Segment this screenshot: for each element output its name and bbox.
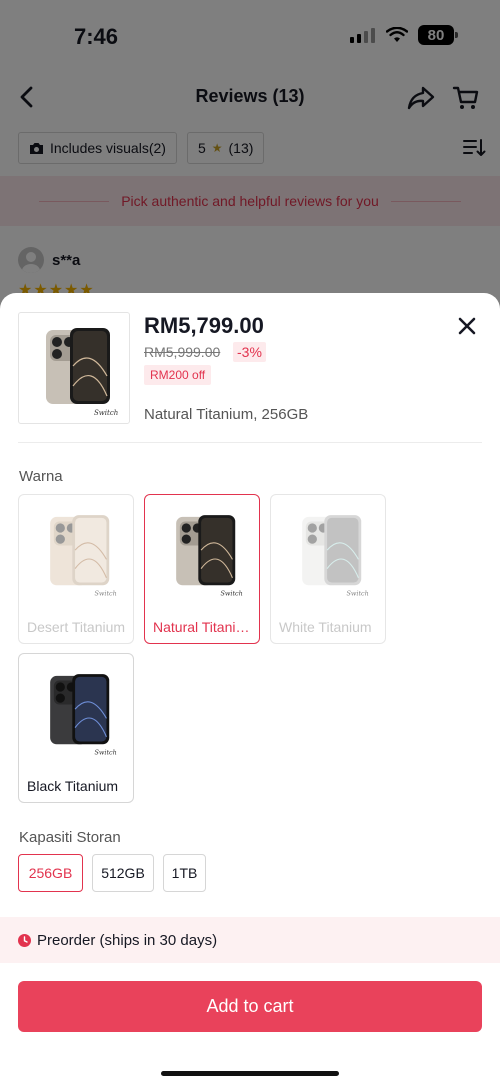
promo-badge: RM200 off [144, 365, 212, 385]
colour-option-black-titanium[interactable]: Switch Black Titanium [18, 653, 134, 803]
colour-option-label: Desert Titanium [27, 619, 126, 635]
colour-option-white-titanium[interactable]: Switch White Titanium [270, 494, 386, 644]
colour-section-label: Warna [19, 468, 63, 485]
svg-text:Switch: Switch [220, 589, 242, 597]
discount-badge: -3% [233, 342, 266, 362]
storage-option-256gb[interactable]: 256GB [18, 854, 83, 892]
product-thumbnail: Switch [18, 312, 130, 424]
divider [18, 442, 482, 443]
svg-text:Switch: Switch [94, 748, 116, 756]
selected-variant-summary: Natural Titanium, 256GB [144, 406, 309, 423]
home-indicator [161, 1071, 339, 1076]
phone-image: Switch [145, 495, 259, 609]
colour-option-natural-titanium[interactable]: Switch Natural Titanium [144, 494, 260, 644]
storage-section-label: Kapasiti Storan [19, 829, 121, 846]
preorder-text: Preorder (ships in 30 days) [37, 931, 218, 949]
svg-text:Switch: Switch [346, 589, 368, 597]
storage-option-512gb[interactable]: 512GB [92, 854, 154, 892]
original-price: RM5,999.00 [144, 344, 221, 360]
brand-mark: Switch [94, 409, 118, 417]
colour-option-label: White Titanium [279, 619, 372, 635]
phone-image: Switch [19, 654, 133, 768]
variant-selector-sheet: Switch RM5,799.00 RM5,999.00 -3% RM200 o… [0, 293, 500, 1086]
colour-option-label: Natural Titanium [153, 619, 253, 635]
preorder-notice: Preorder (ships in 30 days) [0, 917, 500, 963]
clock-icon [18, 933, 31, 947]
close-icon[interactable] [456, 315, 478, 337]
phone-image: Switch [19, 495, 133, 609]
phone-image: Switch [271, 495, 385, 609]
svg-text:Switch: Switch [94, 589, 116, 597]
colour-option-desert-titanium[interactable]: Switch Desert Titanium [18, 494, 134, 644]
add-to-cart-button[interactable]: Add to cart [18, 981, 482, 1032]
storage-option-1tb[interactable]: 1TB [163, 854, 206, 892]
current-price: RM5,799.00 [144, 313, 264, 338]
phone-image: Switch [46, 328, 118, 417]
colour-option-label: Black Titanium [27, 778, 119, 794]
